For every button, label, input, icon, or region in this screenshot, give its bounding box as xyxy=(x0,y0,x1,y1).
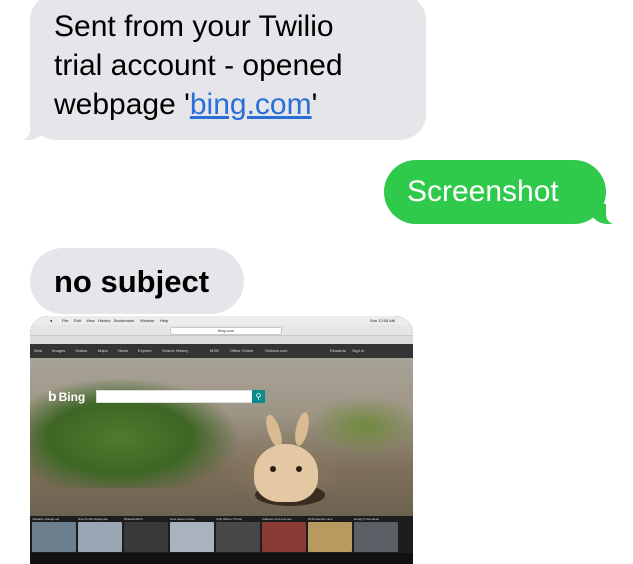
nav-item: Office Online xyxy=(230,348,254,353)
rabbit-eye xyxy=(296,466,302,472)
address-bar: bing.com xyxy=(170,327,282,335)
nav-item: Maps xyxy=(98,348,108,353)
news-tile xyxy=(262,522,306,552)
menubar-apple-icon: ● xyxy=(50,318,53,323)
news-caption: How women arrive xyxy=(170,517,195,521)
nav-item: Videos xyxy=(75,348,88,353)
rabbit-eye xyxy=(270,466,276,472)
bing-link[interactable]: bing.com xyxy=(190,88,312,121)
bing-logo: b Bing xyxy=(48,388,85,404)
screenshot-attachment[interactable]: ● File Edit View History Bookmarks Windo… xyxy=(30,316,413,564)
news-caption: Valuable change out xyxy=(32,517,60,521)
news-tile xyxy=(216,522,260,552)
news-tile xyxy=(78,522,122,552)
news-tile xyxy=(308,522,352,552)
news-caption: How Tomlin Responds xyxy=(78,517,108,521)
menubar-clock: Sun 12:05 AM xyxy=(370,318,396,323)
nav-item: News xyxy=(118,348,129,353)
menu-item: Edit xyxy=(74,318,81,323)
message-text: Screenshot xyxy=(407,175,559,208)
news-tile xyxy=(124,522,168,552)
news-caption: #FastAndFirst xyxy=(124,517,143,521)
message-line-2: trial account - opened xyxy=(54,49,343,82)
bookmarks-bar xyxy=(30,336,413,344)
incoming-message-no-subject[interactable]: no subject xyxy=(30,248,244,314)
incoming-message-twilio[interactable]: Sent from your Twilio trial account - op… xyxy=(12,0,426,141)
menu-item: Bookmarks xyxy=(114,318,135,323)
message-line-3: webpage 'bing.com' xyxy=(54,85,402,124)
message-line-1: Sent from your Twilio xyxy=(54,10,334,43)
bing-search-input xyxy=(96,390,254,403)
bing-b-icon: b xyxy=(48,388,57,404)
bing-navigation: Web Images Videos Maps News Explore Sear… xyxy=(30,344,413,358)
menu-item: History xyxy=(98,318,111,323)
nav-item: Rewards xyxy=(330,348,346,353)
grass-patch xyxy=(310,396,413,456)
browser-toolbar: bing.com xyxy=(30,325,413,336)
nav-item: Explore xyxy=(138,348,152,353)
search-icon: ⚲ xyxy=(252,390,265,403)
nav-item: Images xyxy=(52,348,66,353)
outgoing-message-screenshot[interactable]: Screenshot xyxy=(384,160,624,225)
news-caption: Hungry? Get ideas xyxy=(354,517,380,521)
nav-item: Search History xyxy=(162,348,189,353)
menu-item: Help xyxy=(160,318,169,323)
news-caption: Clarkson and new one xyxy=(262,517,292,521)
nav-item: MSN xyxy=(210,348,219,353)
message-text-suffix: ' xyxy=(311,88,318,121)
nav-item: Web xyxy=(34,348,43,353)
nav-item: Sign in xyxy=(352,348,365,353)
menu-item: Window xyxy=(140,318,155,323)
nav-item: Outlook.com xyxy=(265,348,288,353)
bing-footer xyxy=(30,553,413,564)
news-tile xyxy=(354,522,398,552)
news-tile xyxy=(32,522,76,552)
news-caption: 2016 election race xyxy=(308,517,333,521)
message-subject: no subject xyxy=(54,264,210,299)
news-caption: Chip Warner Trump xyxy=(216,517,243,521)
menu-item: File xyxy=(62,318,69,323)
message-text-prefix: webpage ' xyxy=(54,88,190,121)
rabbit-image xyxy=(254,444,318,502)
bing-logo-text: Bing xyxy=(58,390,86,404)
mac-menubar: ● File Edit View History Bookmarks Windo… xyxy=(30,316,413,325)
menu-item: View xyxy=(86,318,95,323)
news-tile xyxy=(170,522,214,552)
